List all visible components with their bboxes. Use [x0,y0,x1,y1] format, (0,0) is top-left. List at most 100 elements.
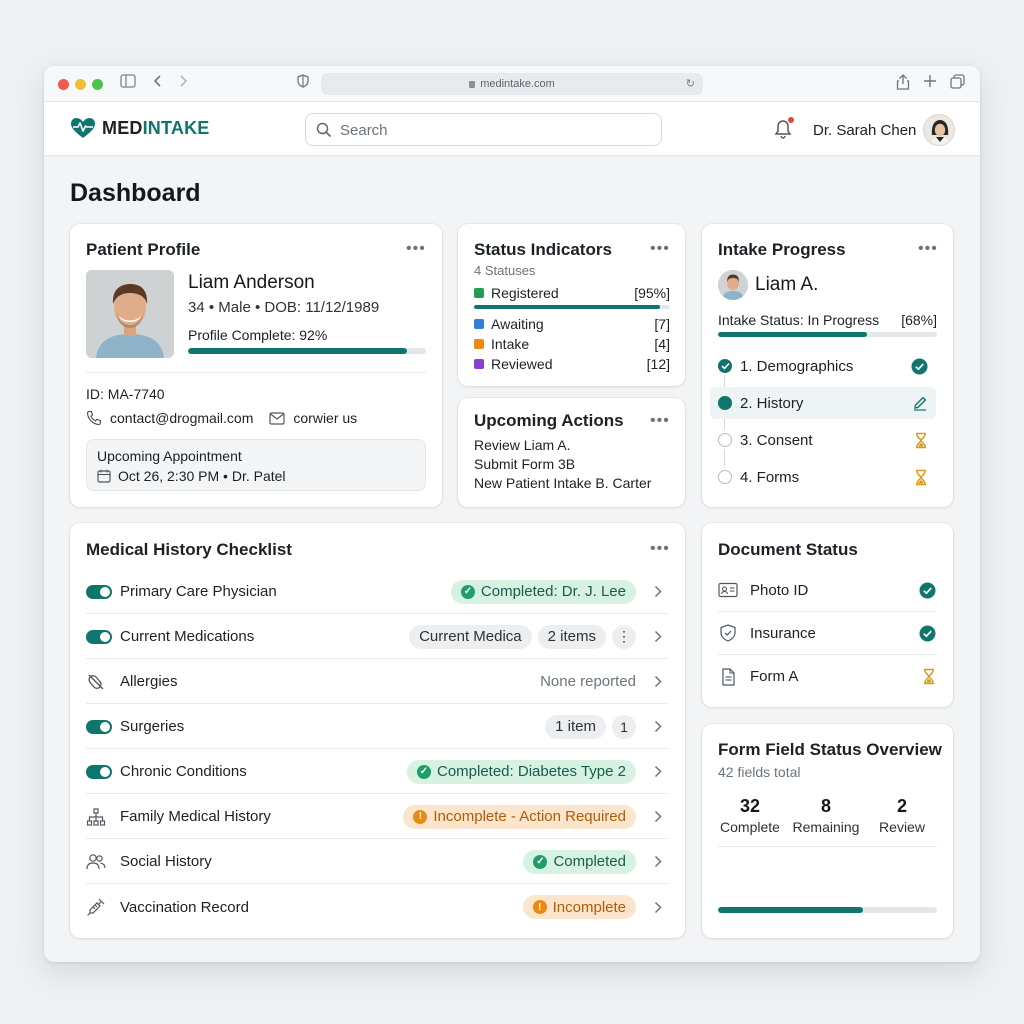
registered-bar-fill [474,305,661,309]
chevron-right-icon[interactable] [648,630,668,643]
form-field-overview-card: Form Field Status Overview 42 fields tot… [702,724,953,938]
stat-label: Remaining [792,819,860,835]
minimize-window-button[interactable] [75,79,86,90]
chevron-right-icon[interactable] [648,675,668,688]
step-active-icon [718,396,732,410]
item-count-chip[interactable]: 1 item [545,714,606,739]
chevron-right-icon[interactable] [648,720,668,733]
document-row-insurance[interactable]: Insurance [718,612,936,655]
address-bar[interactable]: medintake.com ↻ [321,73,703,95]
forward-icon[interactable] [178,74,188,94]
stat-number: 32 [739,796,761,816]
intake-progress-bar-fill [718,332,867,337]
intake-step-history[interactable]: 2. History [710,387,936,419]
patient-profile-more-icon[interactable]: ••• [406,241,426,257]
phone-icon [86,410,101,426]
document-row-photo-id[interactable]: Photo ID [718,569,936,612]
tabs-overview-icon[interactable] [950,74,965,95]
patient-id: ID: MA-7740 [86,386,165,402]
checklist-row-chronic-conditions[interactable]: Chronic Conditions ✓ Completed: Diabetes … [86,750,668,794]
chronic-conditions-toggle[interactable] [86,764,112,779]
medication-chip[interactable]: Current Medica [409,624,532,649]
url-text: medintake.com [480,78,555,90]
app-logo[interactable]: MEDINTAKE [70,117,209,139]
share-icon[interactable] [896,74,910,96]
profile-complete-label: Profile Complete: 92% [188,327,328,343]
document-row-form-a[interactable]: Form A [718,655,936,698]
back-icon[interactable] [153,74,163,94]
check-circle-icon [911,358,928,375]
check-circle-icon [919,625,936,642]
checklist-row-surgeries[interactable]: Surgeries 1 item 1 [86,705,668,749]
patient-name: Liam Anderson [188,272,315,293]
medical-history-more-icon[interactable]: ••• [650,541,670,557]
checklist-label: Current Medications [120,628,255,645]
search-input[interactable] [340,120,640,140]
stat-complete: 32 Complete [712,796,788,835]
checklist-row-current-medications[interactable]: Current Medications Current Medica 2 ite… [86,615,668,659]
sidebar-toggle-icon[interactable] [120,74,136,94]
chevron-right-icon[interactable] [648,585,668,598]
chevron-right-icon[interactable] [648,810,668,823]
item-count-chip[interactable]: 2 items [537,624,606,649]
status-row-intake[interactable]: Intake [4] [474,336,670,352]
reload-icon[interactable]: ↻ [686,73,695,95]
chevron-right-icon[interactable] [648,765,668,778]
profile-complete-bar [188,348,426,354]
action-item[interactable]: Review Liam A. [474,437,570,453]
patient-email[interactable]: contact@drogmail.com [110,410,253,426]
upcoming-appointment[interactable]: Upcoming Appointment Oct 26, 2:30 PM • D… [86,439,426,491]
maximize-window-button[interactable] [92,79,103,90]
search-box[interactable] [305,113,662,146]
document-label: Form A [750,668,799,685]
action-item[interactable]: New Patient Intake B. Carter [474,475,651,491]
upcoming-actions-more-icon[interactable]: ••• [650,413,670,429]
document-icon [722,667,735,686]
intake-step-forms[interactable]: 4. Forms [710,461,936,493]
profile-complete-bar-fill [188,348,407,354]
app-header: MEDINTAKE Dr. Sarah Chen [44,102,980,156]
logo-text-intake: INTAKE [142,117,210,138]
user-name[interactable]: Dr. Sarah Chen [813,122,916,139]
action-item[interactable]: Submit Form 3B [474,456,575,472]
surgeries-toggle[interactable] [86,719,112,734]
chevron-right-icon[interactable] [648,901,668,914]
chevron-right-icon[interactable] [648,855,668,868]
status-row-registered[interactable]: Registered [95%] [474,285,670,301]
status-text: Completed: Diabetes Type 2 [436,763,626,780]
profile-divider [86,372,426,373]
form-field-overview-title: Form Field Status Overview [718,740,942,759]
close-window-button[interactable] [58,79,69,90]
status-indicators-more-icon[interactable]: ••• [650,241,670,257]
status-row-reviewed[interactable]: Reviewed [12] [474,356,670,372]
syringe-icon [86,897,112,917]
count-badge[interactable]: 1 [612,714,636,739]
form-field-progress-bar-fill [718,907,863,913]
patient-secondary-contact[interactable]: corwier us [293,410,357,426]
intake-step-demographics[interactable]: 1. Demographics [710,350,936,382]
checklist-row-vaccination[interactable]: Vaccination Record ! Incomplete [86,885,668,929]
user-avatar[interactable] [923,114,955,146]
intake-progress-more-icon[interactable]: ••• [918,241,938,257]
more-vertical-icon[interactable]: ⋮ [612,624,636,649]
shield-icon[interactable] [297,74,309,94]
current-medications-toggle[interactable] [86,629,112,644]
new-tab-icon[interactable] [923,74,937,94]
checklist-row-primary-care[interactable]: Primary Care Physician ✓ Completed: Dr. J… [86,570,668,614]
edit-pencil-icon[interactable] [912,395,928,411]
status-value: [95%] [634,285,670,301]
stat-remaining: 8 Remaining [788,796,864,835]
calendar-icon [97,469,111,483]
checklist-label: Vaccination Record [120,898,249,916]
status-row-awaiting[interactable]: Awaiting [7] [474,316,670,332]
checklist-label: Family Medical History [120,808,271,825]
checklist-row-social-history[interactable]: Social History ✓ Completed [86,840,668,884]
checklist-row-allergies[interactable]: Allergies None reported [86,660,668,704]
checklist-label: Primary Care Physician [120,583,277,600]
primary-care-toggle[interactable] [86,584,112,599]
intake-step-consent[interactable]: 3. Consent [710,424,936,456]
status-label: Awaiting [491,316,544,332]
step-label: 4. Forms [740,468,800,486]
checklist-row-family-history[interactable]: Family Medical History ! Incomplete - Act… [86,795,668,839]
status-text: Incomplete - Action Required [433,808,626,825]
